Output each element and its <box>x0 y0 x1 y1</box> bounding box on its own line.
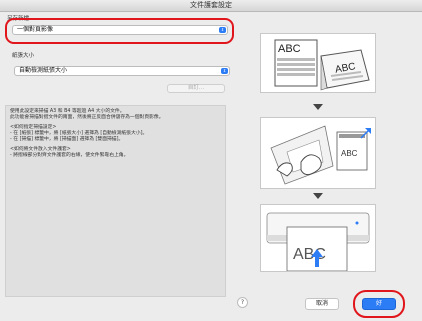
info-load-section: <如何將文件放入文件護套> - 將摺線部分對齊文件護套的右緣，使文件緊靠右上角。 <box>10 147 221 159</box>
chevron-updown-icon: ⇕ <box>221 68 228 74</box>
info-intro: 使用此設定來掃描 A3 和 B4 等超過 A4 大小的文件。 此功能會掃描對摺文… <box>10 109 221 121</box>
paper-size-label: 紙張大小 <box>12 53 35 59</box>
down-arrow-icon <box>313 193 323 199</box>
insert-doc-label: ABC <box>341 149 358 158</box>
paper-size-value: 自動檢測紙張大小 <box>19 67 68 74</box>
info-box: 使用此設定來掃描 A3 和 B4 等超過 A4 大小的文件。 此功能會掃描對摺文… <box>5 105 226 297</box>
illustration-folded-document: ABC ABC <box>260 33 376 93</box>
cancel-button[interactable]: 取消 <box>305 298 339 310</box>
doc-label-left: ABC <box>278 43 301 55</box>
info-load-line: - 將摺線部分對齊文件護套的右緣，使文件緊靠右上角。 <box>10 153 129 158</box>
highlight-ring-save-as <box>5 18 234 44</box>
help-button[interactable]: ? <box>237 297 248 308</box>
folded-document-image: ABC ABC <box>274 39 370 91</box>
down-arrow-icon <box>313 104 323 110</box>
window-title: 文件護套設定 <box>0 0 422 12</box>
illustration-scanner: ABC <box>260 204 376 272</box>
info-settings-line: - 在 [掃描] 標籤中，將 [掃描面] 選擇為 [雙面掃描]。 <box>10 137 124 142</box>
illustration-insert-sheet: ABC <box>260 117 376 189</box>
insert-sheet-image: ABC <box>270 125 371 185</box>
scanner-image: ABC <box>266 212 370 272</box>
highlight-ring-ok <box>353 290 405 318</box>
info-settings-section: <如何指定掃描設定> - 在 [紙張] 標籤中，將 [紙張大小] 選擇為 [自動… <box>10 125 221 143</box>
info-intro-line: 此功能會掃描對摺文件的兩面，然後將正反面合併儲存為一個對頁影像。 <box>10 115 164 120</box>
custom-button[interactable]: 自訂... <box>167 84 225 93</box>
paper-size-select[interactable]: 自動檢測紙張大小 ⇕ <box>14 66 230 76</box>
